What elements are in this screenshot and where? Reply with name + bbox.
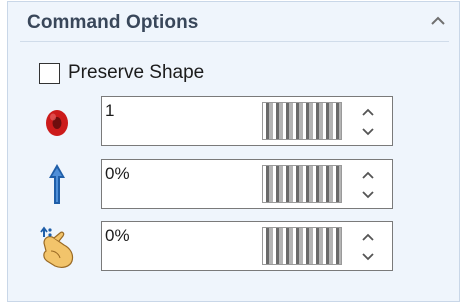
chevron-down-icon <box>362 253 374 261</box>
ring-value-input[interactable] <box>105 99 255 123</box>
hand-spinbox <box>101 221 393 271</box>
chevron-up-icon <box>431 16 445 25</box>
arrow-spinbox <box>101 159 393 209</box>
param-row-hand <box>36 221 396 273</box>
panel-title: Command Options <box>27 12 199 33</box>
hand-thumbwheel[interactable] <box>262 227 342 265</box>
ring-thumbwheel[interactable] <box>262 102 342 140</box>
arrow-increment-button[interactable] <box>355 165 381 185</box>
ring-decrement-button[interactable] <box>355 122 381 142</box>
collapse-button[interactable] <box>425 8 451 34</box>
ring-increment-button[interactable] <box>355 102 381 122</box>
param-row-arrow <box>36 159 396 211</box>
preserve-shape-label: Preserve Shape <box>68 62 205 83</box>
preserve-shape-option[interactable]: Preserve Shape <box>39 60 204 86</box>
hand-value-input[interactable] <box>105 224 255 248</box>
command-options-panel: Command Options Preserve Shape <box>7 1 460 302</box>
hand-pinch-icon <box>36 221 80 273</box>
chevron-down-icon <box>362 191 374 199</box>
header-divider <box>20 41 449 42</box>
arrow-up-icon <box>36 159 80 211</box>
arrow-thumbwheel[interactable] <box>262 165 342 203</box>
ring-icon <box>36 96 80 148</box>
chevron-up-icon <box>362 233 374 241</box>
param-row-ring <box>36 96 396 148</box>
chevron-up-icon <box>362 171 374 179</box>
ring-spinbox <box>101 96 393 146</box>
hand-decrement-button[interactable] <box>355 247 381 267</box>
panel-header[interactable]: Command Options <box>8 2 459 38</box>
preserve-shape-checkbox[interactable] <box>39 62 60 84</box>
arrow-decrement-button[interactable] <box>355 185 381 205</box>
chevron-up-icon <box>362 108 374 116</box>
hand-increment-button[interactable] <box>355 227 381 247</box>
chevron-down-icon <box>362 128 374 136</box>
arrow-value-input[interactable] <box>105 162 255 186</box>
